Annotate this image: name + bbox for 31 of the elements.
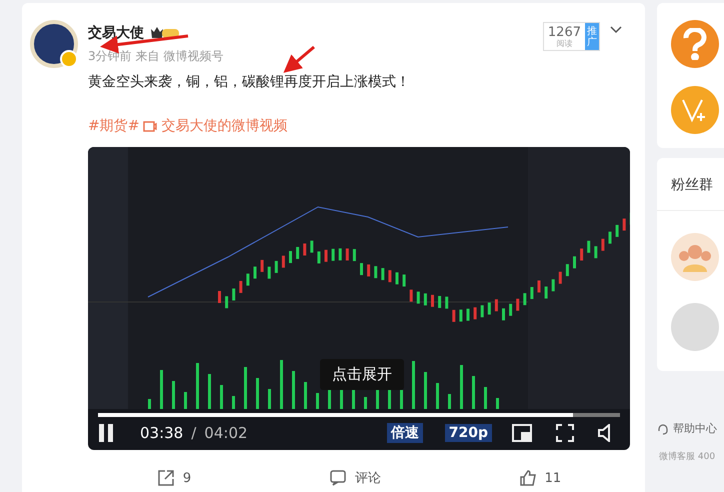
headset-icon — [657, 422, 669, 434]
source-prefix: 来自 — [136, 48, 160, 65]
time-separator: / — [191, 424, 196, 442]
like-button[interactable]: 11 — [518, 469, 562, 487]
thumbs-up-icon — [518, 469, 537, 487]
read-label: 阅读 — [556, 38, 572, 48]
post-text: 黄金空头来袭，铜，铝，碳酸锂再度开启上涨模式！ — [88, 73, 411, 91]
fan-group-title: 粉丝群 — [657, 158, 724, 211]
video-player[interactable]: 点击展开 03:38 / 04:02 倍速 720p — [88, 147, 630, 450]
picture-in-picture-icon[interactable] — [512, 424, 532, 442]
comment-icon — [328, 469, 347, 487]
avatar[interactable] — [30, 20, 78, 68]
pause-icon[interactable] — [98, 424, 114, 442]
hotline-text: 微博客服 400 — [659, 450, 716, 463]
annotation-arrow — [283, 46, 315, 73]
expand-overlay-label[interactable]: 点击展开 — [320, 359, 404, 390]
fullscreen-icon[interactable] — [556, 424, 574, 442]
help-center-link[interactable]: 帮助中心 — [673, 421, 717, 436]
author-name[interactable]: 交易大使 — [88, 24, 144, 42]
comment-button[interactable]: 评论 — [328, 469, 381, 487]
duration: 04:02 — [204, 424, 248, 442]
speed-button[interactable]: 倍速 — [386, 423, 423, 443]
video-icon — [143, 120, 158, 132]
chevron-down-icon[interactable] — [610, 26, 622, 34]
read-count: 1267 — [548, 26, 581, 38]
elapsed-time: 03:38 — [140, 424, 184, 442]
share-icon — [156, 469, 175, 487]
crown-badge-icon — [150, 26, 180, 40]
verified-icon — [60, 50, 78, 68]
share-button[interactable]: 9 — [156, 469, 192, 487]
quality-button[interactable]: 720p — [444, 424, 492, 442]
